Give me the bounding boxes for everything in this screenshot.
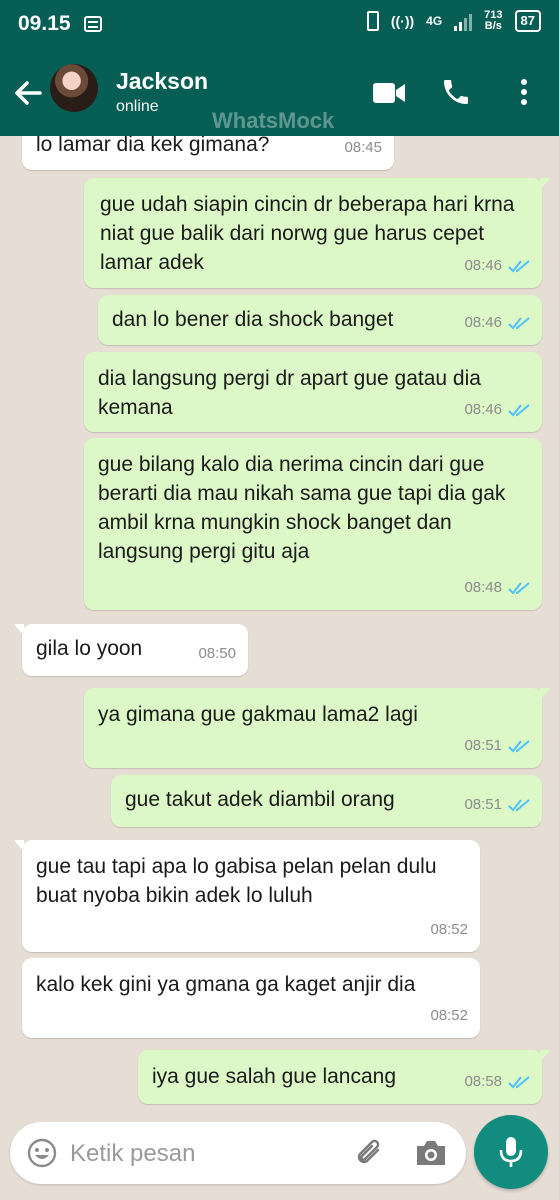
hotspot-icon: ((·)) <box>390 13 415 29</box>
message-time: 08:45 <box>344 139 382 156</box>
clock: 09.15 <box>18 12 71 35</box>
message-time: 08:50 <box>198 645 236 662</box>
signal-type-label: 4G <box>426 14 443 28</box>
message-outgoing[interactable]: ya gimana gue gakmau lama2 lagi 08:51 <box>84 688 550 768</box>
message-incoming[interactable]: kalo kek gini ya gmana ga kaget anjir di… <box>22 958 480 1038</box>
camera-icon[interactable] <box>414 1138 448 1168</box>
contact-avatar[interactable] <box>50 64 98 112</box>
message-outgoing[interactable]: iya gue salah gue lancang 08:58 <box>138 1050 550 1104</box>
more-options-icon[interactable] <box>516 76 532 108</box>
network-speed: 713 B/s <box>484 9 503 32</box>
voice-record-button[interactable] <box>474 1115 548 1189</box>
message-incoming[interactable]: lo lamar dia kek gimana? 08:45 <box>22 136 394 170</box>
message-time: 08:52 <box>430 921 468 938</box>
watermark: WhatsMock <box>212 108 335 133</box>
read-receipt-icon <box>508 403 530 416</box>
chat-header: Jackson online WhatsMock <box>0 50 559 136</box>
read-receipt-icon <box>508 739 530 752</box>
read-receipt-icon <box>508 581 530 594</box>
message-time: 08:58 <box>464 1073 502 1090</box>
attachment-icon[interactable] <box>352 1136 388 1172</box>
microphone-icon <box>499 1137 523 1167</box>
message-time: 08:48 <box>464 579 502 596</box>
message-incoming[interactable]: gue tau tapi apa lo gabisa pelan pelan d… <box>14 840 480 952</box>
message-time: 08:52 <box>430 1007 468 1024</box>
read-receipt-icon <box>508 316 530 329</box>
message-time: 08:51 <box>464 737 502 754</box>
emoji-icon[interactable] <box>26 1137 58 1169</box>
message-outgoing[interactable]: dia langsung pergi dr apart gue gatau di… <box>84 352 542 432</box>
message-input[interactable] <box>68 1134 342 1174</box>
message-incoming[interactable]: gila lo yoon 08:50 <box>14 624 248 676</box>
signal-strength-icon <box>454 11 473 31</box>
read-receipt-icon <box>508 259 530 272</box>
message-time: 08:46 <box>464 401 502 418</box>
message-outgoing[interactable]: gue takut adek diambil orang 08:51 <box>111 775 542 827</box>
message-outgoing[interactable]: gue udah siapin cincin dr beberapa hari … <box>84 178 550 288</box>
status-bar: 09.15 ((·)) 4G 713 B/s 87 <box>0 0 559 50</box>
message-notification-icon <box>84 16 102 32</box>
voice-call-icon[interactable] <box>440 76 472 108</box>
message-time: 08:51 <box>464 796 502 813</box>
chat-area[interactable]: lo lamar dia kek gimana? 08:45 gue udah … <box>0 136 559 1200</box>
back-arrow-icon[interactable] <box>10 76 46 110</box>
contact-name[interactable]: Jackson <box>116 68 208 95</box>
message-outgoing[interactable]: dan lo bener dia shock banget 08:46 <box>98 295 542 345</box>
message-time: 08:46 <box>464 314 502 331</box>
message-time: 08:46 <box>464 257 502 274</box>
message-outgoing[interactable]: gue bilang kalo dia nerima cincin dari g… <box>84 438 542 610</box>
read-receipt-icon <box>508 798 530 811</box>
battery-indicator: 87 <box>514 10 541 32</box>
contact-status: online <box>116 98 159 115</box>
read-receipt-icon <box>508 1075 530 1088</box>
vibrate-icon <box>366 11 379 31</box>
message-composer <box>10 1122 466 1184</box>
video-call-icon[interactable] <box>372 80 406 106</box>
